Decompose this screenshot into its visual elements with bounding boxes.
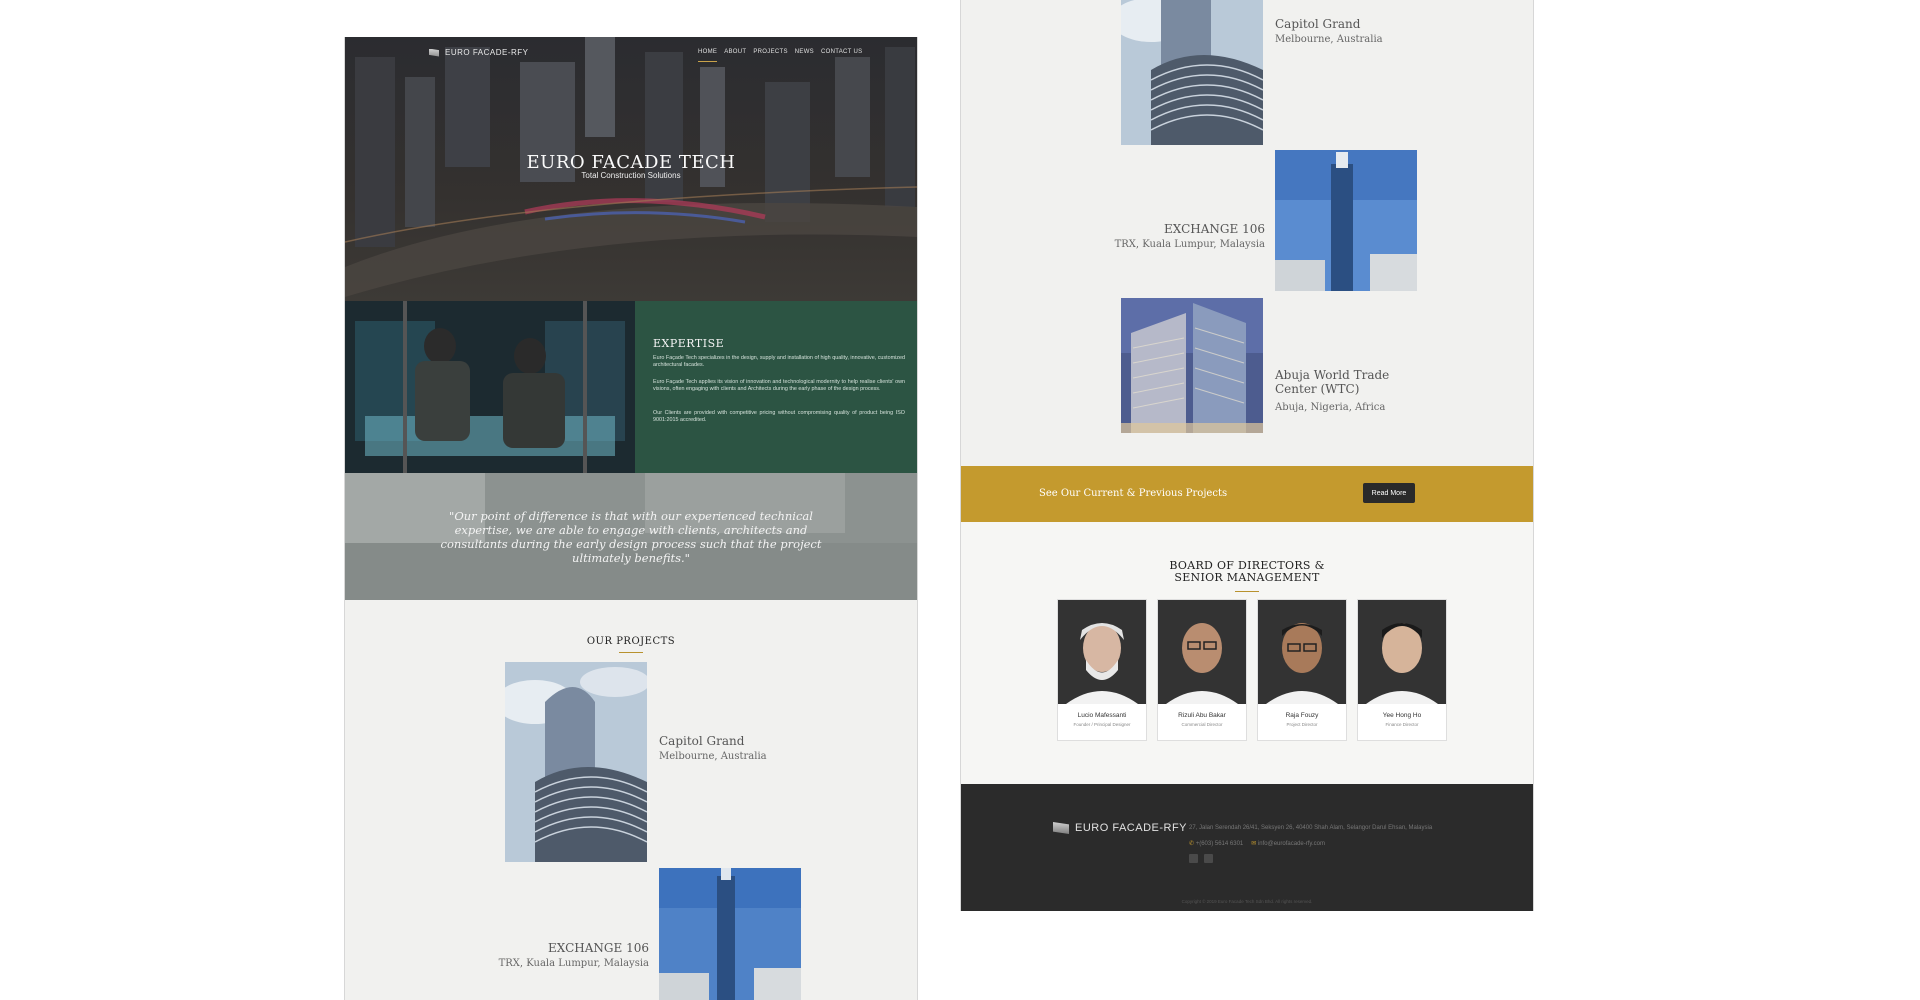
footer-address: 27, Jalan Serendah 26/41, Seksyen 26, 40… <box>1189 825 1433 831</box>
project-location: Melbourne, Australia <box>659 751 767 762</box>
expertise-section: EXPERTISE Euro Façade Tech specializes i… <box>345 301 917 473</box>
project-name[interactable]: Capitol Grand <box>1275 17 1360 31</box>
project-location: Abuja, Nigeria, Africa <box>1275 402 1386 413</box>
expertise-paragraph: Euro Façade Tech applies its vision of i… <box>653 379 905 392</box>
logo-mark-icon <box>429 48 439 57</box>
logo-text: EURO FACADE-RFY <box>445 48 529 57</box>
engineers-photo <box>345 301 635 473</box>
hero-section: EURO FACADE-RFY HOME ABOUT PROJECTS NEWS… <box>345 37 917 301</box>
site-footer: EURO FACADE-RFY 27, Jalan Serendah 26/41… <box>961 784 1533 911</box>
site-logo[interactable]: EURO FACADE-RFY <box>429 48 529 57</box>
board-section: BOARD OF DIRECTORS & SENIOR MANAGEMENT L… <box>961 522 1533 784</box>
our-projects-section: OUR PROJECTS Capitol Grand Melbourne, Au… <box>345 600 917 1000</box>
projects-cta-banner: See Our Current & Previous Projects Read… <box>961 466 1533 522</box>
member-role: Finance Director <box>1385 722 1419 727</box>
logo-mark-icon <box>1053 822 1069 834</box>
quote-section: "Our point of difference is that with ou… <box>345 473 917 600</box>
read-more-button[interactable]: Read More <box>1363 483 1415 503</box>
footer-logo-text: EURO FACADE-RFY <box>1075 822 1188 834</box>
member-name: Yee Hong Ho <box>1382 712 1422 719</box>
project-image-capitol-grand[interactable] <box>1121 0 1263 145</box>
phone-icon: ✆ <box>1189 841 1195 847</box>
project-image-exchange-106[interactable] <box>1275 150 1417 291</box>
nav-item-about[interactable]: ABOUT <box>724 49 746 62</box>
project-image-capitol-grand[interactable] <box>505 662 647 862</box>
cta-text: See Our Current & Previous Projects <box>1039 488 1228 499</box>
project-name[interactable]: EXCHANGE 106 <box>1135 222 1265 236</box>
footer-logo[interactable]: EURO FACADE-RFY <box>1053 822 1187 834</box>
member-name: Rizuli Abu Bakar <box>1178 712 1226 719</box>
member-photo <box>1058 600 1146 704</box>
expertise-paragraph: Euro Façade Tech specializes in the desi… <box>653 355 905 368</box>
quote-text: "Our point of difference is that with ou… <box>440 509 822 565</box>
project-image-abuja-wtc[interactable] <box>1121 298 1263 433</box>
title-underline <box>619 652 643 653</box>
nav-item-home[interactable]: HOME <box>698 49 718 62</box>
nav-item-contact-us[interactable]: CONTACT US <box>821 49 862 62</box>
main-menu: HOME ABOUT PROJECTS NEWS CONTACT US <box>698 49 862 62</box>
project-image-exchange-106[interactable] <box>659 868 801 1000</box>
member-photo <box>1358 600 1446 704</box>
facebook-icon[interactable] <box>1189 854 1198 863</box>
hero-title: EURO FACADE TECH <box>526 152 736 173</box>
board-title: BOARD OF DIRECTORS & SENIOR MANAGEMENT <box>961 560 1533 584</box>
left-page-panel: EURO FACADE-RFY HOME ABOUT PROJECTS NEWS… <box>344 37 918 1000</box>
member-card[interactable]: Raja Fouzy Project Director <box>1257 599 1347 741</box>
projects-title: OUR PROJECTS <box>586 636 676 647</box>
footer-social-links <box>1189 854 1213 863</box>
member-card[interactable]: Lucio Mafessanti Founder / Principal Des… <box>1057 599 1147 741</box>
right-page-panel: Capitol Grand Melbourne, Australia EXCHA… <box>960 0 1534 911</box>
member-photo <box>1258 600 1346 704</box>
project-name[interactable]: EXCHANGE 106 <box>519 941 649 955</box>
member-role: Project Director <box>1286 722 1318 727</box>
member-photo <box>1158 600 1246 704</box>
member-name: Lucio Mafessanti <box>1077 712 1127 719</box>
footer-copyright: Copyright © 2019 Euro Facade Tech Sdn Bh… <box>1181 899 1313 904</box>
member-role: Founder / Principal Designer <box>1073 722 1131 727</box>
nav-item-projects[interactable]: PROJECTS <box>753 49 787 62</box>
expertise-paragraph: Our Clients are provided with competitiv… <box>653 410 905 423</box>
nav-item-news[interactable]: NEWS <box>795 49 814 62</box>
footer-contact: ✆ +(603) 5614 6301 ✉ info@eurofacade-rfy… <box>1189 840 1325 847</box>
expertise-text-panel: EXPERTISE Euro Façade Tech specializes i… <box>635 301 917 473</box>
project-name[interactable]: Abuja World Trade Center (WTC) <box>1275 368 1425 396</box>
project-location: TRX, Kuala Lumpur, Malaysia <box>498 958 649 969</box>
project-name[interactable]: Capitol Grand <box>659 734 744 748</box>
title-underline <box>1235 591 1259 592</box>
member-card[interactable]: Yee Hong Ho Finance Director <box>1357 599 1447 741</box>
member-role: Commercial Director <box>1181 722 1223 727</box>
member-name: Raja Fouzy <box>1285 712 1319 719</box>
member-card[interactable]: Rizuli Abu Bakar Commercial Director <box>1157 599 1247 741</box>
email-icon: ✉ <box>1251 841 1257 847</box>
top-navigation: EURO FACADE-RFY HOME ABOUT PROJECTS NEWS… <box>345 37 917 67</box>
project-location: TRX, Kuala Lumpur, Malaysia <box>1114 239 1265 250</box>
linkedin-icon[interactable] <box>1204 854 1213 863</box>
expertise-title: EXPERTISE <box>653 337 725 350</box>
hero-subtitle: Total Construction Solutions <box>581 171 681 180</box>
board-title-line: SENIOR MANAGEMENT <box>1174 571 1320 584</box>
footer-email[interactable]: info@eurofacade-rfy.com <box>1258 841 1325 847</box>
footer-phone[interactable]: +(603) 5614 6301 <box>1196 841 1244 847</box>
project-location: Melbourne, Australia <box>1275 34 1383 45</box>
